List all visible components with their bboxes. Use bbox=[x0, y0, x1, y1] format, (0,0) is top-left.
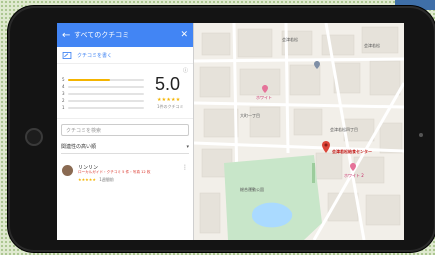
chevron-down-icon: ▾ bbox=[186, 143, 189, 150]
rating-bar-track bbox=[68, 78, 144, 81]
map-view[interactable]: 会津若松 会津若松 ホワイト 大町一丁目 会津若松四丁目 会津若松給食センター … bbox=[194, 23, 404, 240]
home-button[interactable] bbox=[25, 128, 43, 146]
rating-bar-row: 1 bbox=[62, 104, 144, 111]
map-canvas bbox=[194, 23, 404, 240]
rating-bar-row: 5 bbox=[62, 76, 144, 83]
avatar[interactable] bbox=[62, 165, 73, 176]
sort-dropdown[interactable]: 関連性の高い順 ▾ bbox=[61, 140, 189, 154]
map-label-pink-place[interactable]: ホワイト bbox=[256, 95, 272, 101]
map-label-school[interactable]: 会津若松 bbox=[282, 37, 298, 43]
selected-place-pin-icon[interactable] bbox=[322, 141, 330, 153]
more-options-icon[interactable]: ⋮ bbox=[182, 164, 188, 171]
rating-bar-fill bbox=[68, 78, 110, 81]
review-date: 1週間前 bbox=[99, 177, 114, 182]
rating-bar-track bbox=[68, 99, 144, 102]
map-label-town1: 大町一丁目 bbox=[240, 113, 260, 118]
shop-pin-icon-2[interactable] bbox=[350, 163, 356, 171]
write-review-button[interactable]: クチコミを書く bbox=[57, 47, 193, 64]
review-search-input[interactable]: クチコミを検索 bbox=[61, 124, 189, 136]
reviews-panel: ← すべてのクチコミ ✕ クチコミを書く ⓘ 54321 5.0 ★★★★★ 1… bbox=[57, 23, 194, 240]
write-review-icon bbox=[62, 51, 72, 59]
info-icon[interactable]: ⓘ bbox=[183, 67, 188, 74]
review-rating: ★★★★★ 1週間前 bbox=[78, 177, 114, 183]
average-stars: ★★★★★ bbox=[157, 97, 181, 103]
review-author-meta: ローカルガイド・クチコミ 5 件・写真 12 枚 bbox=[78, 170, 151, 174]
school-pin-icon[interactable] bbox=[314, 61, 320, 69]
rating-bar-row: 3 bbox=[62, 90, 144, 97]
sort-label: 関連性の高い順 bbox=[61, 144, 97, 150]
back-arrow-icon[interactable]: ← bbox=[62, 30, 74, 41]
map-label-office[interactable]: 会津若松給食センター bbox=[332, 149, 372, 155]
close-icon[interactable]: ✕ bbox=[180, 30, 188, 40]
shop-pin-icon[interactable] bbox=[262, 85, 268, 93]
tablet-screen: ← すべてのクチコミ ✕ クチコミを書く ⓘ 54321 5.0 ★★★★★ 1… bbox=[57, 23, 404, 240]
rating-summary: ⓘ 54321 5.0 ★★★★★ 1件のクチコミ bbox=[57, 64, 193, 119]
review-count[interactable]: 1件のクチコミ bbox=[157, 104, 184, 110]
review-stars: ★★★★★ bbox=[78, 177, 96, 182]
rating-bar-track bbox=[68, 106, 144, 109]
average-score: 5.0 bbox=[155, 74, 181, 94]
map-label-pink-place-2[interactable]: ホワイト 2 bbox=[344, 173, 364, 179]
write-review-label: クチコミを書く bbox=[77, 52, 113, 59]
map-label-town2: 会津若松四丁目 bbox=[330, 127, 358, 132]
rating-bar-row: 2 bbox=[62, 97, 144, 104]
camera-icon bbox=[419, 133, 423, 137]
panel-title: すべてのクチコミ bbox=[74, 31, 130, 39]
rating-bar-row: 4 bbox=[62, 83, 144, 90]
panel-header: ← すべてのクチコミ ✕ bbox=[57, 23, 193, 47]
rating-bar-track bbox=[68, 85, 144, 88]
map-label-top-right[interactable]: 会津若松 bbox=[364, 43, 380, 49]
rating-bar-track bbox=[68, 92, 144, 95]
rating-distribution: 54321 bbox=[62, 76, 144, 111]
review-item: リンリン ローカルガイド・クチコミ 5 件・写真 12 枚 ★★★★★ 1週間前… bbox=[57, 162, 193, 196]
map-label-park[interactable]: 総合運動公園 bbox=[240, 187, 264, 193]
